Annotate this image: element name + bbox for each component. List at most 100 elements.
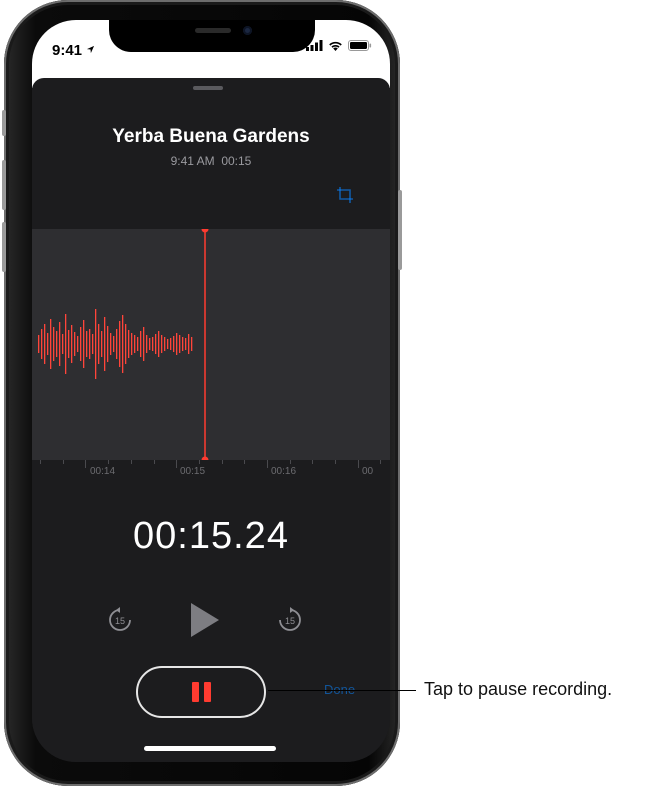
waveform-bar (95, 309, 97, 379)
timeline-tick (176, 460, 177, 468)
waveform-bar (107, 326, 109, 362)
waveform-bar (68, 330, 70, 358)
status-time-text: 9:41 (52, 42, 83, 59)
waveform-bar (98, 324, 100, 364)
waveform-bar (128, 330, 130, 358)
waveform-bar (149, 338, 151, 350)
waveform-bar (152, 337, 154, 351)
recording-metadata: 9:41 AM 00:15 (32, 154, 390, 168)
recording-title[interactable]: Yerba Buena Gardens (32, 126, 390, 148)
recording-date-time: 9:41 AM (170, 154, 215, 168)
volume-down-button (2, 222, 6, 272)
waveform-bar (59, 322, 61, 366)
waveform-bar (71, 325, 73, 363)
cellular-signal-icon (306, 40, 323, 51)
playback-controls: 15 15 (32, 598, 390, 642)
waveform-bar (113, 336, 115, 352)
timeline-tick (222, 460, 223, 464)
timeline-tick (244, 460, 245, 464)
timeline-tick (108, 460, 109, 464)
phone-screen: 9:41 Yerba Buena Gardens 9:41 AM 00:15 0… (32, 20, 390, 762)
waveform-bar (164, 337, 166, 351)
skip-forward-15-icon[interactable]: 15 (277, 607, 303, 633)
power-button (398, 190, 402, 270)
pause-icon-bar (203, 682, 211, 702)
waveform-bar (50, 319, 52, 369)
timeline-tick (335, 460, 336, 464)
timeline-tick (380, 460, 381, 464)
waveform (38, 229, 209, 460)
front-camera (243, 26, 252, 35)
waveform-bar (161, 335, 163, 353)
notch (109, 20, 315, 52)
timeline-label: 00:16 (271, 466, 297, 477)
waveform-bar (155, 334, 157, 354)
waveform-bar (41, 329, 43, 359)
play-icon[interactable] (190, 602, 220, 638)
timeline-tick (312, 460, 313, 464)
home-indicator[interactable] (144, 746, 276, 751)
volume-up-button (2, 160, 6, 210)
timeline-label: 00 (362, 466, 374, 477)
skip-back-15-icon[interactable]: 15 (107, 607, 133, 633)
waveform-bar (92, 334, 94, 354)
skip-back-label: 15 (115, 616, 125, 626)
waveform-bar (140, 331, 142, 357)
waveform-bar (122, 315, 124, 373)
waveform-bar (188, 334, 190, 354)
wifi-icon (329, 41, 342, 51)
waveform-bar (116, 329, 118, 359)
speaker (195, 28, 231, 33)
sheet-grabber[interactable] (193, 86, 223, 90)
waveform-bar (44, 324, 46, 364)
playhead-knob[interactable] (201, 229, 209, 233)
waveform-bar (83, 320, 85, 368)
waveform-bar (170, 338, 172, 350)
waveform-bar (173, 336, 175, 352)
waveform-bar (191, 337, 193, 351)
elapsed-time: 00:15.24 (133, 515, 289, 557)
timeline-label: 00:14 (90, 466, 116, 477)
waveform-bar (185, 338, 187, 350)
phone-frame: 9:41 Yerba Buena Gardens 9:41 AM 00:15 0… (2, 0, 402, 786)
trim-icon[interactable] (336, 186, 354, 204)
timeline-tick (131, 460, 132, 464)
waveform-bar (101, 331, 103, 357)
waveform-bar (176, 333, 178, 355)
waveform-bar (89, 329, 91, 359)
waveform-bar (158, 331, 160, 357)
waveform-bar (86, 331, 88, 357)
waveform-bar (80, 327, 82, 361)
timeline-ruler: 00:14 00:15 00:16 00 (32, 460, 390, 486)
timeline-tick (290, 460, 291, 464)
waveform-bar (53, 327, 55, 361)
waveform-bar (38, 335, 40, 353)
mute-switch (2, 110, 6, 136)
timeline-tick (267, 460, 268, 468)
waveform-bar (47, 333, 49, 355)
waveform-bar (125, 324, 127, 364)
waveform-bar (137, 337, 139, 351)
callout-line (268, 690, 416, 691)
timeline-tick (63, 460, 64, 464)
waveform-bar (143, 327, 145, 361)
waveform-bar (119, 321, 121, 367)
waveform-bar (74, 332, 76, 356)
waveform-bar (56, 331, 58, 357)
waveform-area[interactable] (32, 229, 390, 460)
waveform-bar (104, 317, 106, 371)
status-icons (306, 40, 372, 51)
timeline-tick (154, 460, 155, 464)
location-arrow-icon (87, 45, 95, 54)
waveform-bar (65, 314, 67, 374)
waveform-bar (146, 335, 148, 353)
timeline-tick (85, 460, 86, 468)
pause-recording-button[interactable] (136, 666, 266, 718)
waveform-bar (134, 335, 136, 353)
waveform-bar (179, 335, 181, 353)
skip-forward-label: 15 (285, 616, 295, 626)
timeline-label: 00:15 (180, 466, 206, 477)
waveform-bar (167, 339, 169, 349)
waveform-bar (131, 333, 133, 355)
timeline-tick (40, 460, 41, 464)
